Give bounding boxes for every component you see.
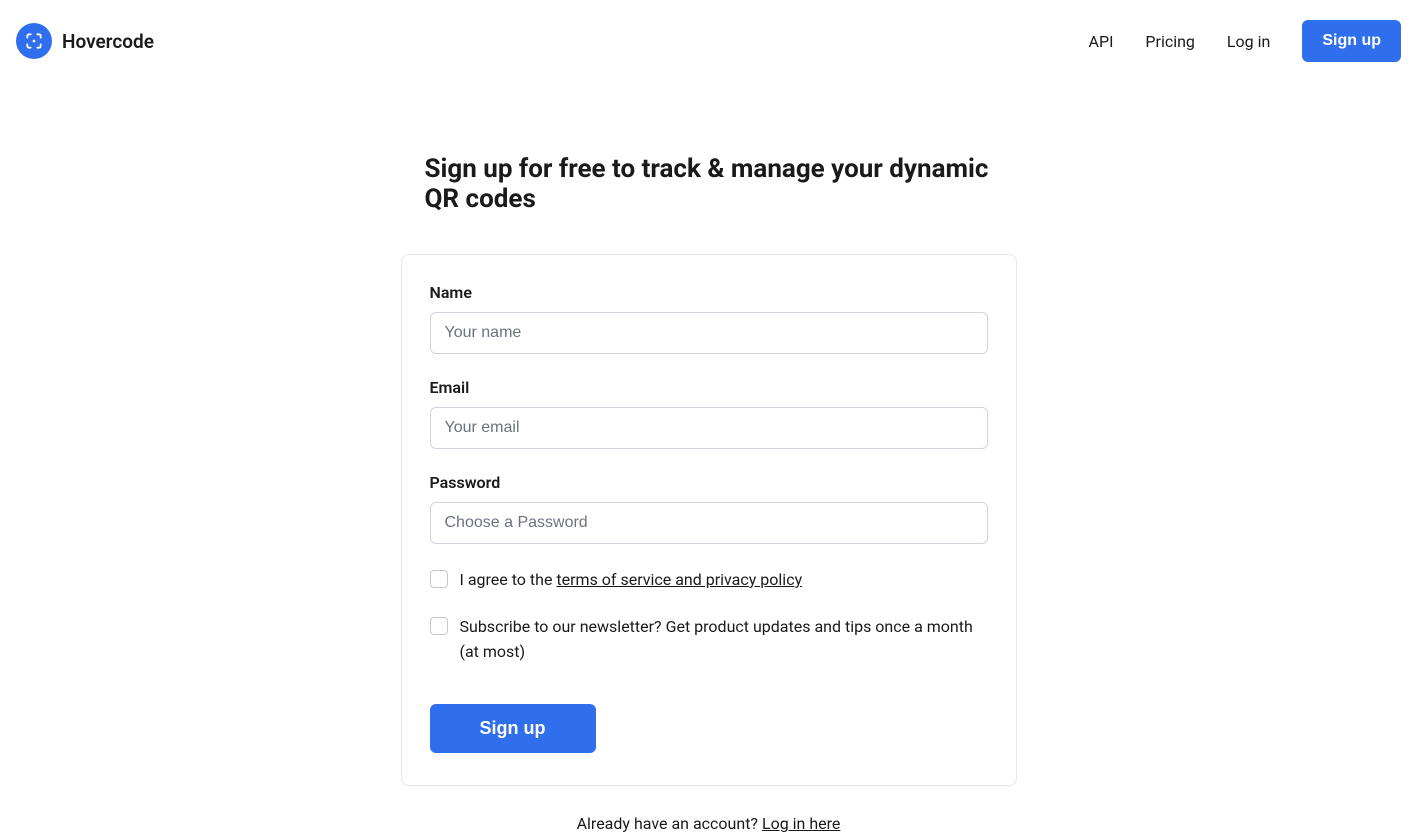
email-input[interactable] <box>430 407 988 449</box>
already-prefix: Already have an account? <box>577 814 762 833</box>
brand-name: Hovercode <box>62 30 154 53</box>
nav-api-link[interactable]: API <box>1089 32 1114 51</box>
nav-pricing-link[interactable]: Pricing <box>1145 32 1195 51</box>
newsletter-label: Subscribe to our newsletter? Get product… <box>460 615 988 665</box>
name-input[interactable] <box>430 312 988 354</box>
terms-checkbox[interactable] <box>430 570 448 588</box>
email-label: Email <box>430 378 988 397</box>
already-have-account: Already have an account? Log in here <box>401 814 1017 833</box>
terms-prefix: I agree to the <box>460 570 557 589</box>
page-title: Sign up for free to track & manage your … <box>401 154 1017 214</box>
terms-link[interactable]: terms of service and privacy policy <box>556 570 802 589</box>
name-label: Name <box>430 283 988 302</box>
nav-signup-button[interactable]: Sign up <box>1302 20 1401 62</box>
nav: API Pricing Log in Sign up <box>1089 20 1401 62</box>
password-input[interactable] <box>430 502 988 544</box>
password-label: Password <box>430 473 988 492</box>
topbar: Hovercode API Pricing Log in Sign up <box>0 0 1417 82</box>
login-here-link[interactable]: Log in here <box>762 814 840 833</box>
logo-icon <box>16 23 52 59</box>
signup-card: Name Email Password I agree to the terms… <box>401 254 1017 786</box>
nav-login-link[interactable]: Log in <box>1227 32 1270 51</box>
terms-label: I agree to the terms of service and priv… <box>460 568 803 593</box>
signup-submit-button[interactable]: Sign up <box>430 704 596 753</box>
brand[interactable]: Hovercode <box>16 23 154 59</box>
newsletter-checkbox[interactable] <box>430 617 448 635</box>
